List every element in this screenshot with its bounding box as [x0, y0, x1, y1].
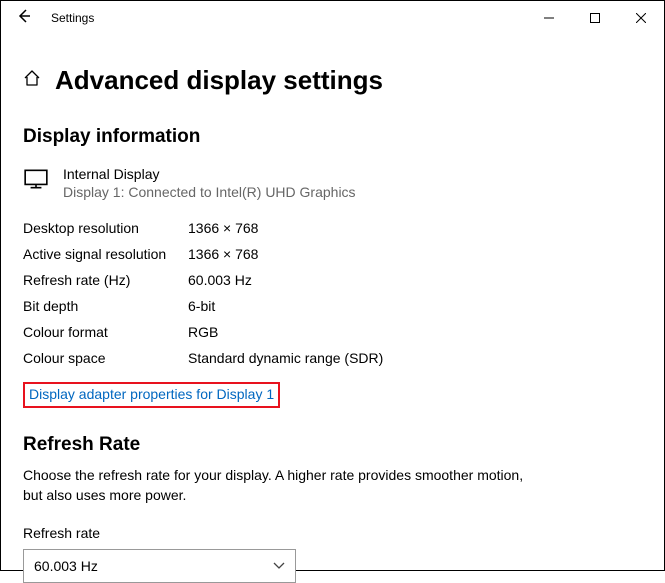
content-area: Advanced display settings Display inform…: [1, 35, 664, 583]
value-colour-format: RGB: [188, 324, 642, 340]
back-button[interactable]: [1, 8, 47, 29]
display-adapter-link[interactable]: Display adapter properties for Display 1: [29, 386, 274, 402]
value-refresh-rate: 60.003 Hz: [188, 272, 642, 288]
refresh-rate-select[interactable]: 60.003 Hz: [23, 549, 296, 583]
label-refresh-rate: Refresh rate (Hz): [23, 272, 188, 288]
minimize-button[interactable]: [526, 1, 572, 35]
label-desktop-resolution: Desktop resolution: [23, 220, 188, 236]
window-controls: [526, 1, 664, 35]
label-bit-depth: Bit depth: [23, 298, 188, 314]
page-heading-row: Advanced display settings: [23, 65, 642, 96]
value-active-signal: 1366 × 768: [188, 246, 642, 262]
label-colour-space: Colour space: [23, 350, 188, 366]
home-icon[interactable]: [23, 69, 41, 92]
refresh-rate-label: Refresh rate: [23, 525, 642, 541]
display-info-grid: Desktop resolution 1366 × 768 Active sig…: [23, 220, 642, 366]
display-summary: Internal Display Display 1: Connected to…: [23, 166, 642, 200]
label-colour-format: Colour format: [23, 324, 188, 340]
title-bar: Settings: [1, 1, 664, 35]
display-subtitle: Display 1: Connected to Intel(R) UHD Gra…: [63, 184, 356, 200]
display-info-heading: Display information: [23, 126, 642, 148]
refresh-rate-selected-value: 60.003 Hz: [34, 558, 98, 574]
value-colour-space: Standard dynamic range (SDR): [188, 350, 642, 366]
page-title: Advanced display settings: [55, 65, 383, 96]
refresh-rate-description: Choose the refresh rate for your display…: [23, 466, 543, 505]
chevron-down-icon: [273, 559, 285, 573]
value-desktop-resolution: 1366 × 768: [188, 220, 642, 236]
monitor-icon: [23, 166, 49, 197]
display-name: Internal Display: [63, 166, 356, 182]
label-active-signal: Active signal resolution: [23, 246, 188, 262]
adapter-link-highlight: Display adapter properties for Display 1: [23, 382, 280, 408]
window-title: Settings: [47, 11, 526, 25]
maximize-button[interactable]: [572, 1, 618, 35]
value-bit-depth: 6-bit: [188, 298, 642, 314]
refresh-rate-heading: Refresh Rate: [23, 434, 642, 456]
close-button[interactable]: [618, 1, 664, 35]
